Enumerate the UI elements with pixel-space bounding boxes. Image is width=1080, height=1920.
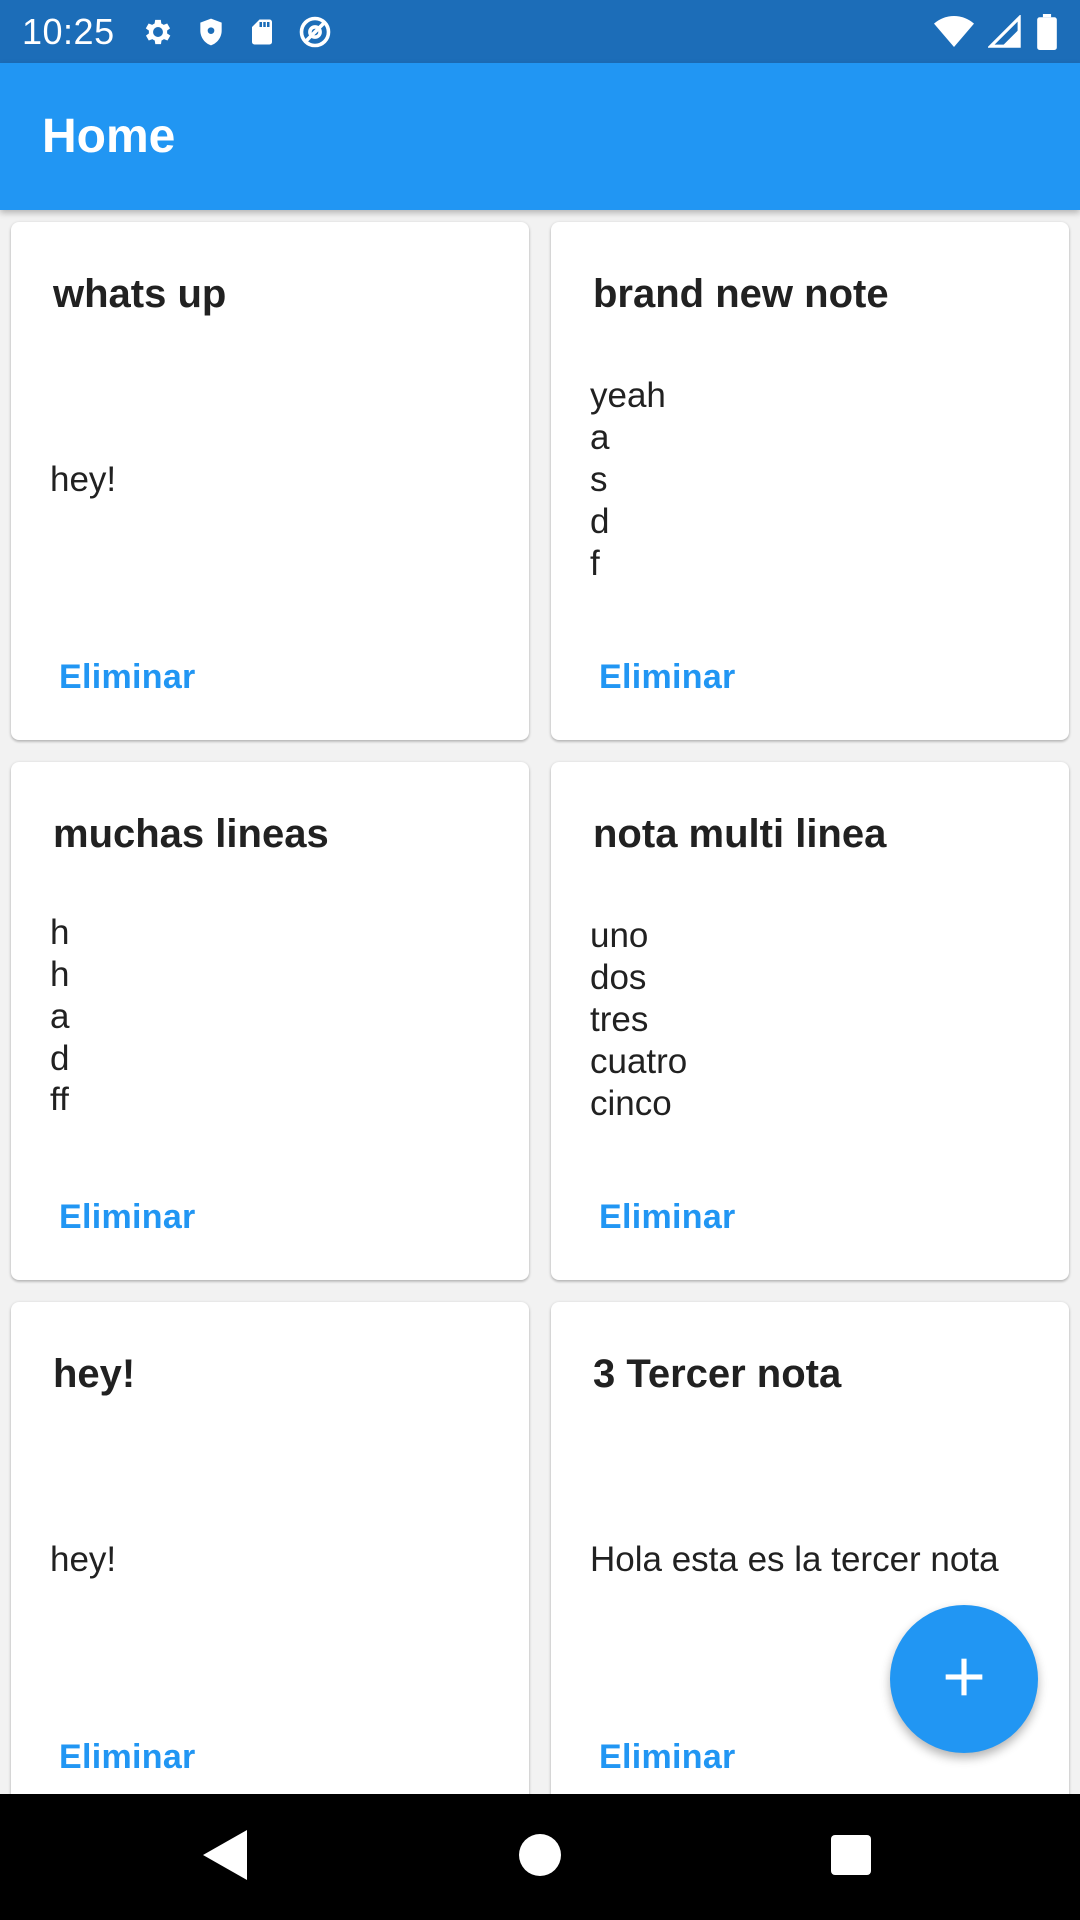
note-body-line: hey! (50, 1539, 117, 1579)
note-card[interactable]: hey! hey! Eliminar (11, 1302, 529, 1794)
status-bar: 10:25 (0, 0, 1080, 63)
note-body-line: yeah (590, 375, 666, 415)
note-body-line: tres (590, 999, 649, 1039)
note-body: yeah a s d f (590, 372, 1049, 587)
note-card[interactable]: muchas lineas h h a d ff Eliminar (11, 762, 529, 1280)
delete-button[interactable]: Eliminar (599, 658, 736, 697)
home-icon (519, 1833, 561, 1881)
wifi-icon (934, 15, 974, 49)
status-icons-left (141, 14, 333, 50)
delete-button[interactable]: Eliminar (599, 1738, 736, 1777)
at-sign-icon (297, 14, 333, 50)
note-body-line: d (50, 1039, 70, 1078)
delete-button[interactable]: Eliminar (599, 1198, 736, 1237)
note-body-line: hey! (50, 459, 117, 499)
note-body-line: uno (590, 915, 649, 955)
note-body-line: h (50, 913, 70, 952)
delete-button[interactable]: Eliminar (59, 658, 196, 697)
note-body-line: a (50, 997, 70, 1036)
note-card[interactable]: brand new note yeah a s d f Eliminar (551, 222, 1069, 740)
note-card[interactable]: nota multi linea uno dos tres cuatro cin… (551, 762, 1069, 1280)
note-body-line: ff (50, 1081, 69, 1110)
note-body-line: Hola esta es la tercer nota (590, 1539, 999, 1579)
note-body-line: cinco (590, 1083, 672, 1123)
note-card[interactable]: whats up hey! Eliminar (11, 222, 529, 740)
note-body-line: s (590, 459, 608, 499)
note-body-line: a (590, 417, 610, 457)
notes-grid: whats up hey! Eliminar brand new note ye… (11, 222, 1069, 1794)
add-note-button[interactable] (890, 1605, 1038, 1753)
shield-icon (195, 15, 227, 49)
home-button[interactable] (507, 1824, 573, 1890)
status-time: 10:25 (22, 10, 115, 52)
note-title: muchas lineas (53, 812, 329, 856)
back-button[interactable] (192, 1824, 258, 1890)
note-body-line: h (50, 955, 70, 994)
recents-button[interactable] (818, 1824, 884, 1890)
note-body: hey! (50, 372, 509, 587)
note-body: h h a d ff (50, 912, 509, 1110)
battery-icon (1036, 13, 1058, 50)
note-body-line: dos (590, 957, 647, 997)
note-title: hey! (53, 1352, 136, 1396)
navigation-bar (0, 1794, 1080, 1920)
back-icon (203, 1829, 247, 1885)
cell-signal-icon (988, 14, 1022, 49)
note-body: uno dos tres cuatro cinco (590, 912, 1049, 1127)
plus-icon (942, 1655, 986, 1704)
delete-button[interactable]: Eliminar (59, 1198, 196, 1237)
note-body: hey! (50, 1452, 509, 1667)
note-body-line: cuatro (590, 1041, 688, 1081)
note-body-line: f (590, 543, 600, 583)
note-title: nota multi linea (593, 812, 887, 856)
delete-button[interactable]: Eliminar (59, 1738, 196, 1777)
recents-icon (831, 1834, 871, 1880)
status-icons-right (934, 13, 1058, 50)
note-body-line: d (590, 501, 610, 541)
note-title: brand new note (593, 272, 889, 316)
note-title: whats up (53, 272, 227, 316)
page-title: Home (42, 110, 176, 163)
gear-icon (141, 15, 175, 49)
note-title: 3 Tercer nota (593, 1352, 842, 1396)
notes-list[interactable]: whats up hey! Eliminar brand new note ye… (0, 210, 1080, 1794)
sd-card-icon (247, 15, 277, 49)
app-bar: Home (0, 63, 1080, 210)
